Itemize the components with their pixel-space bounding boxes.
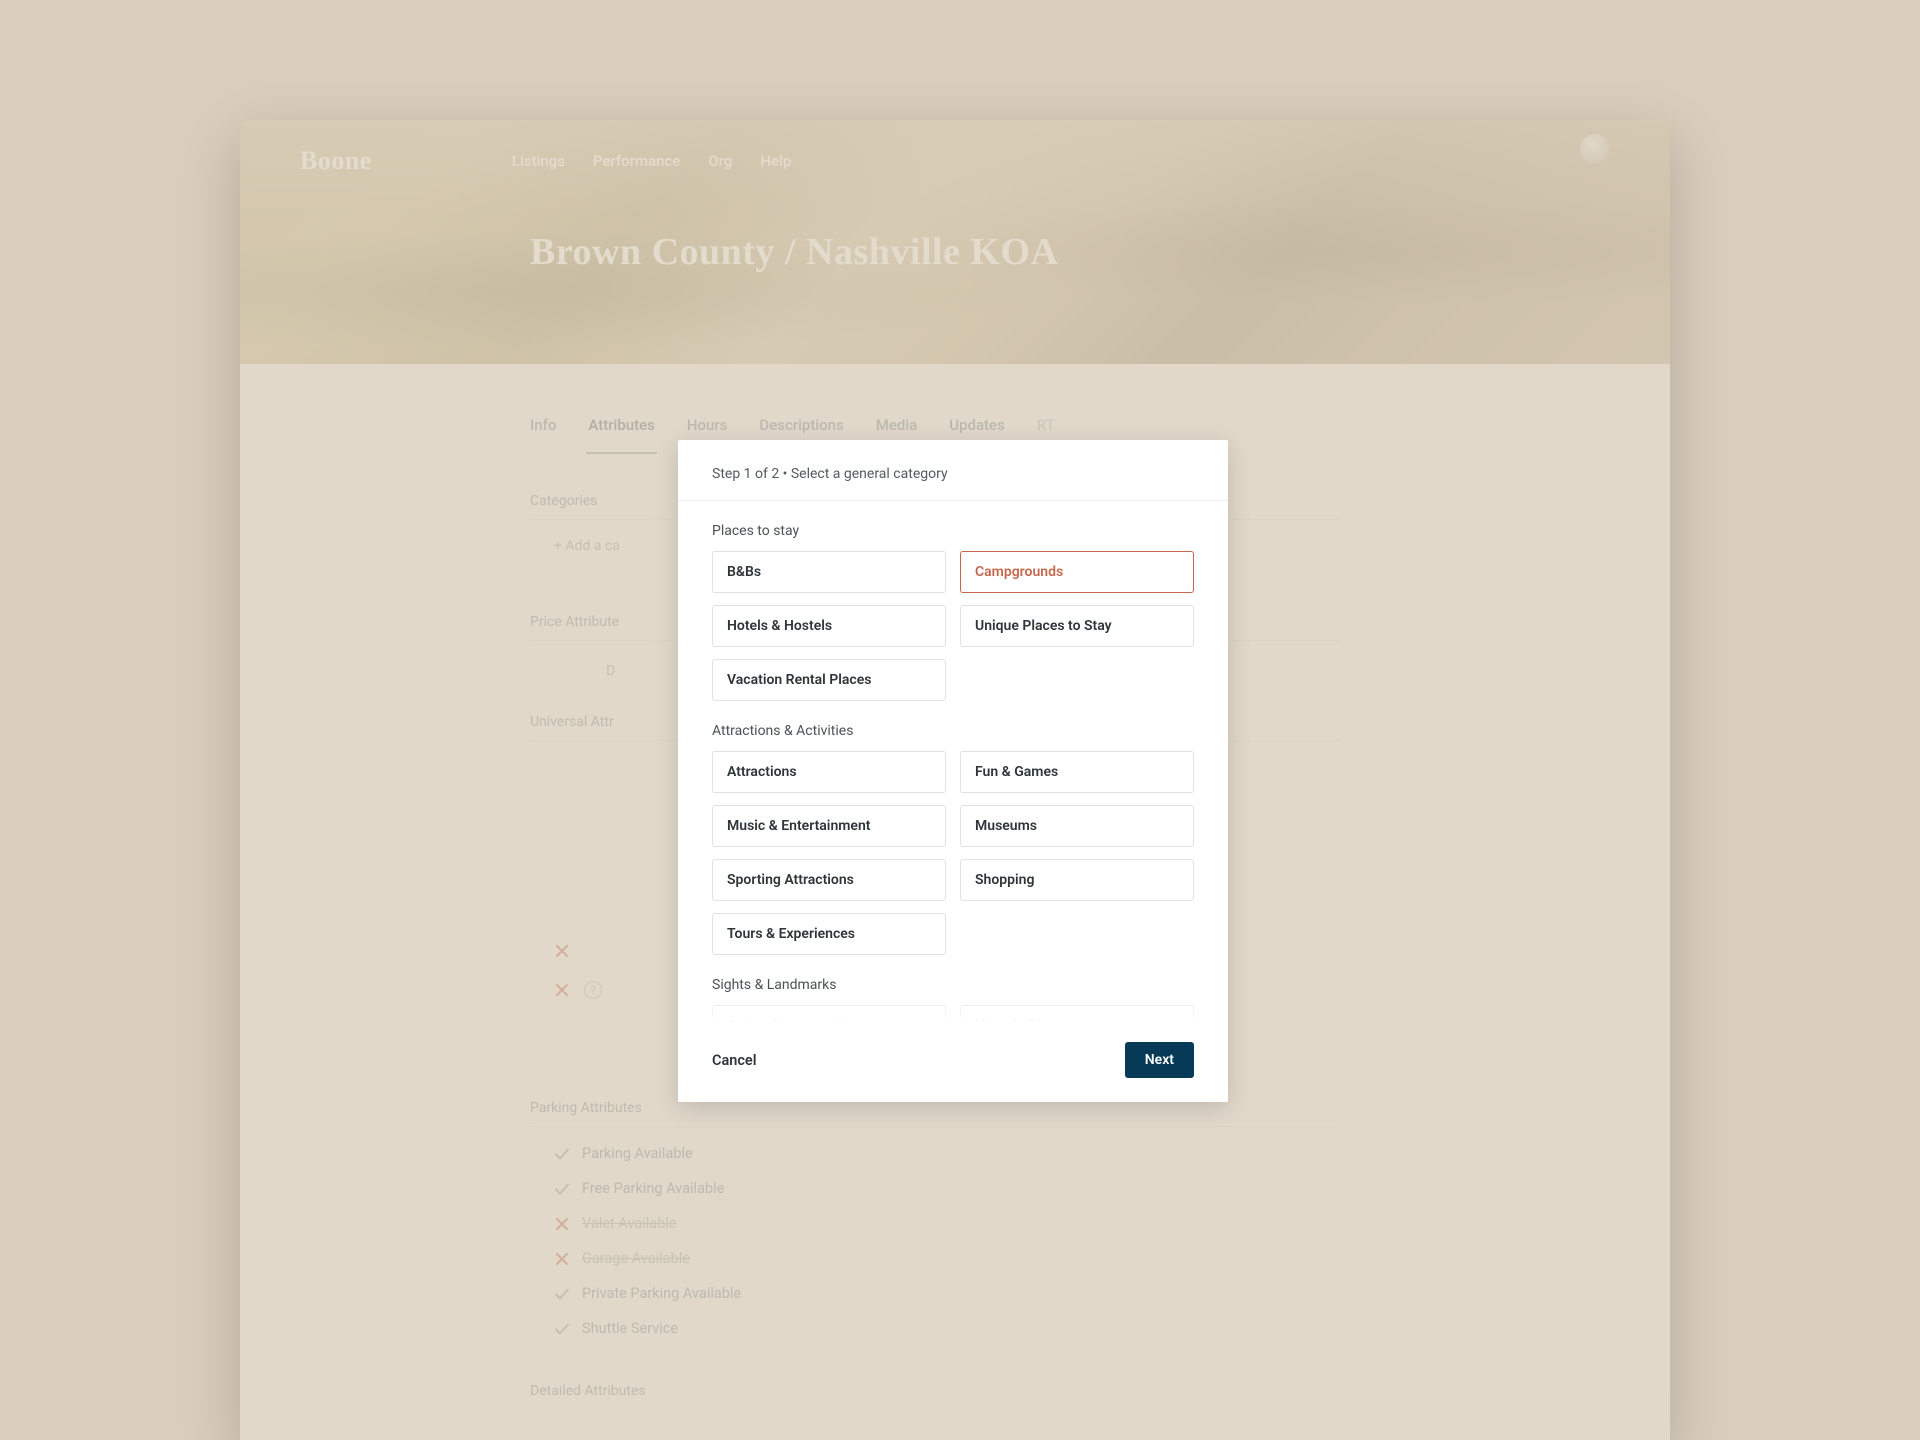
x-icon [554, 943, 570, 959]
tab-attributes[interactable]: Attributes [588, 416, 654, 436]
parking-attr-label: Free Parking Available [582, 1180, 724, 1197]
next-button[interactable]: Next [1125, 1042, 1194, 1078]
modal-body: Places to stay B&Bs Campgrounds Hotels & Ho… [678, 501, 1228, 1022]
category-modal: Step 1 of 2 • Select a general category … [678, 440, 1228, 1102]
parking-attr-row[interactable]: Private Parking Available [554, 1285, 1340, 1302]
tab-hours[interactable]: Hours [687, 416, 728, 436]
section-parking-attributes: Parking Attributes [530, 1100, 1340, 1116]
parking-attr-label: Garage Available [582, 1250, 690, 1267]
nav-performance[interactable]: Performance [593, 152, 680, 170]
category-chip[interactable]: B&Bs [712, 551, 946, 593]
category-chip[interactable]: Hotels & Hostels [712, 605, 946, 647]
brand-logo[interactable]: Boone [300, 146, 372, 176]
category-group-title: Places to stay [712, 523, 1194, 539]
parking-attr-label: Parking Available [582, 1145, 693, 1162]
category-chip[interactable]: Shopping [960, 859, 1194, 901]
parking-attributes-block: Parking Attributes Parking Available Free… [530, 1100, 1340, 1407]
category-chip[interactable]: Vacation Rental Places [712, 659, 946, 701]
category-group-title: Sights & Landmarks [712, 977, 1194, 993]
category-chip[interactable]: Sporting Attractions [712, 859, 946, 901]
cancel-button[interactable]: Cancel [712, 1052, 757, 1069]
divider [530, 1126, 1340, 1127]
parking-attr-row[interactable]: Parking Available [554, 1145, 1340, 1162]
parking-attr-label: Valet Available [582, 1215, 677, 1232]
nav-links: Listings Performance Org Help [512, 152, 791, 170]
check-icon [554, 1181, 570, 1197]
category-chip[interactable]: Campgrounds [960, 551, 1194, 593]
check-icon [554, 1286, 570, 1302]
category-chip-grid: B&Bs Campgrounds Hotels & Hostels Unique Pl… [712, 551, 1194, 701]
category-chip-grid: Cultural Interest Sites Historic Places [712, 1005, 1194, 1022]
category-chip[interactable]: Fun & Games [960, 751, 1194, 793]
modal-step-label: Step 1 of 2 • Select a general category [678, 440, 1228, 501]
hero-banner: Boone Listings Performance Org Help Brow… [240, 120, 1670, 364]
page-title: Brown County / Nashville KOA [530, 230, 1670, 274]
user-avatar[interactable] [1580, 134, 1610, 164]
modal-footer: Cancel Next [678, 1022, 1228, 1102]
section-detailed-attributes: Detailed Attributes [530, 1383, 1340, 1399]
category-chip[interactable]: Unique Places to Stay [960, 605, 1194, 647]
nav-help[interactable]: Help [760, 152, 791, 170]
nav-org[interactable]: Org [708, 152, 732, 170]
tab-descriptions[interactable]: Descriptions [759, 416, 843, 436]
add-category-link[interactable]: + Add a ca [554, 538, 620, 554]
category-chip[interactable]: Music & Entertainment [712, 805, 946, 847]
category-chip[interactable]: Cultural Interest Sites [712, 1005, 946, 1022]
question-icon: ? [584, 981, 602, 999]
top-nav: Boone Listings Performance Org Help [240, 120, 1670, 180]
check-icon [554, 1321, 570, 1337]
parking-attr-label: Private Parking Available [582, 1285, 741, 1302]
category-chip[interactable]: Museums [960, 805, 1194, 847]
x-icon [554, 982, 570, 998]
tab-updates[interactable]: Updates [949, 416, 1005, 436]
parking-attr-row[interactable]: Valet Available [554, 1215, 1340, 1232]
category-chip-grid: Attractions Fun & Games Music & Entertainm… [712, 751, 1194, 955]
parking-attr-row[interactable]: Shuttle Service [554, 1320, 1340, 1337]
parking-attr-row[interactable]: Free Parking Available [554, 1180, 1340, 1197]
tab-info[interactable]: Info [530, 416, 556, 436]
category-chip[interactable]: Attractions [712, 751, 946, 793]
x-icon [554, 1251, 570, 1267]
parking-attr-label: Shuttle Service [582, 1320, 678, 1337]
parking-attr-row[interactable]: Garage Available [554, 1250, 1340, 1267]
category-chip[interactable]: Tours & Experiences [712, 913, 946, 955]
nav-listings[interactable]: Listings [512, 152, 565, 170]
tab-media[interactable]: Media [876, 416, 918, 436]
category-chip[interactable]: Historic Places [960, 1005, 1194, 1022]
x-icon [554, 1216, 570, 1232]
category-group-title: Attractions & Activities [712, 723, 1194, 739]
tab-rt: RT [1037, 416, 1055, 436]
check-icon [554, 1146, 570, 1162]
